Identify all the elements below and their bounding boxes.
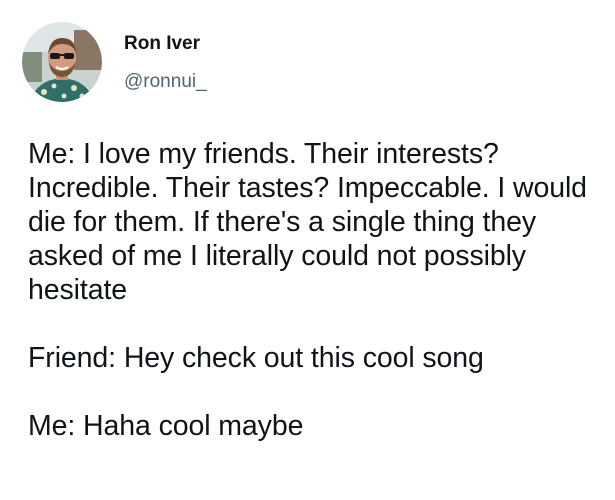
avatar-photo-icon [22, 22, 102, 102]
user-handle[interactable]: @ronnui_ [124, 70, 207, 94]
tweet-text: Me: I love my friends. Their interests? … [28, 137, 608, 443]
avatar[interactable] [22, 22, 102, 102]
display-name[interactable]: Ron Iver [124, 32, 207, 56]
tweet-card: Ron Iver @ronnui_ Me: I love my friends.… [0, 0, 615, 500]
tweet-paragraph: Me: Haha cool maybe [28, 410, 304, 442]
tweet-paragraph: Me: I love my friends. Their interests? … [28, 138, 587, 306]
tweet-paragraph: Friend: Hey check out this cool song [28, 342, 484, 374]
author-names: Ron Iver @ronnui_ [124, 32, 207, 94]
tweet-header: Ron Iver @ronnui_ [22, 22, 207, 106]
